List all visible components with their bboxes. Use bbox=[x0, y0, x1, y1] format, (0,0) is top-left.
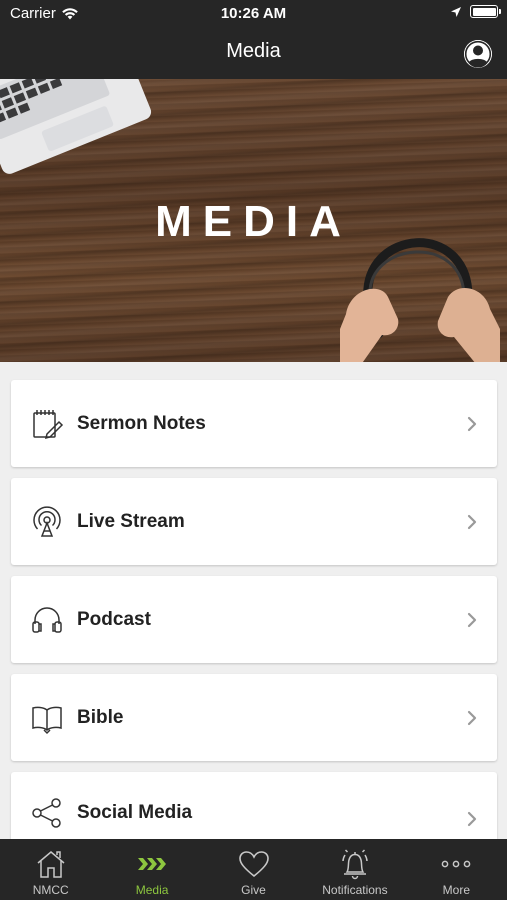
chevron-right-icon bbox=[467, 514, 477, 529]
tab-label: NMCC bbox=[32, 883, 69, 897]
menu-item-label: Bible bbox=[77, 706, 124, 728]
menu-item-label: Live Stream bbox=[77, 510, 185, 532]
more-dots-icon bbox=[439, 848, 473, 880]
page-title: Media bbox=[226, 40, 281, 62]
tab-notifications[interactable]: Notifications bbox=[304, 839, 405, 900]
tab-label: Notifications bbox=[322, 883, 388, 897]
menu-item-label: Podcast bbox=[77, 608, 151, 630]
user-circle-icon[interactable] bbox=[464, 40, 492, 68]
tab-label: More bbox=[442, 883, 470, 897]
tab-media[interactable]: Media bbox=[101, 839, 202, 900]
top-bar: Carrier 10:26 AM Media bbox=[0, 0, 507, 79]
tab-bar: NMCC Media Give Notifications More bbox=[0, 839, 507, 900]
headphones-icon bbox=[29, 602, 65, 638]
status-bar: Carrier 10:26 AM bbox=[0, 0, 507, 28]
tab-nmcc[interactable]: NMCC bbox=[0, 839, 101, 900]
menu-item-label: Sermon Notes bbox=[77, 412, 206, 434]
menu-item-podcast[interactable]: Podcast bbox=[11, 576, 497, 663]
battery-icon bbox=[470, 5, 501, 18]
status-time: 10:26 AM bbox=[220, 5, 287, 22]
tab-label: Media bbox=[135, 883, 169, 897]
status-right-icons bbox=[450, 5, 501, 18]
menu-item-sermon-notes[interactable]: Sermon Notes bbox=[11, 380, 497, 467]
broadcast-tower-icon bbox=[29, 504, 65, 540]
share-nodes-icon bbox=[29, 795, 65, 831]
tab-label: Give bbox=[241, 883, 266, 897]
laptop-image bbox=[0, 79, 152, 174]
chevron-right-icon bbox=[467, 612, 477, 627]
chevron-right-icon bbox=[467, 416, 477, 431]
menu-item-social-media[interactable]: Social Media bbox=[11, 772, 497, 840]
menu-item-label: Social Media bbox=[77, 802, 193, 823]
bell-ringing-icon bbox=[338, 848, 372, 880]
location-arrow-icon bbox=[451, 6, 461, 17]
chevrons-right-icon bbox=[135, 848, 169, 880]
home-icon bbox=[34, 848, 68, 880]
hero-banner: MEDIA bbox=[0, 79, 507, 362]
chevron-right-icon bbox=[467, 710, 477, 725]
tab-give[interactable]: Give bbox=[203, 839, 304, 900]
tab-more[interactable]: More bbox=[406, 839, 507, 900]
headphones-image bbox=[340, 238, 500, 362]
menu-item-live-stream[interactable]: Live Stream bbox=[11, 478, 497, 565]
chevron-right-icon bbox=[467, 811, 477, 827]
notepad-pencil-icon bbox=[29, 406, 65, 442]
menu-item-bible[interactable]: Bible bbox=[11, 674, 497, 761]
heart-icon bbox=[237, 848, 271, 880]
open-book-icon bbox=[29, 700, 65, 736]
